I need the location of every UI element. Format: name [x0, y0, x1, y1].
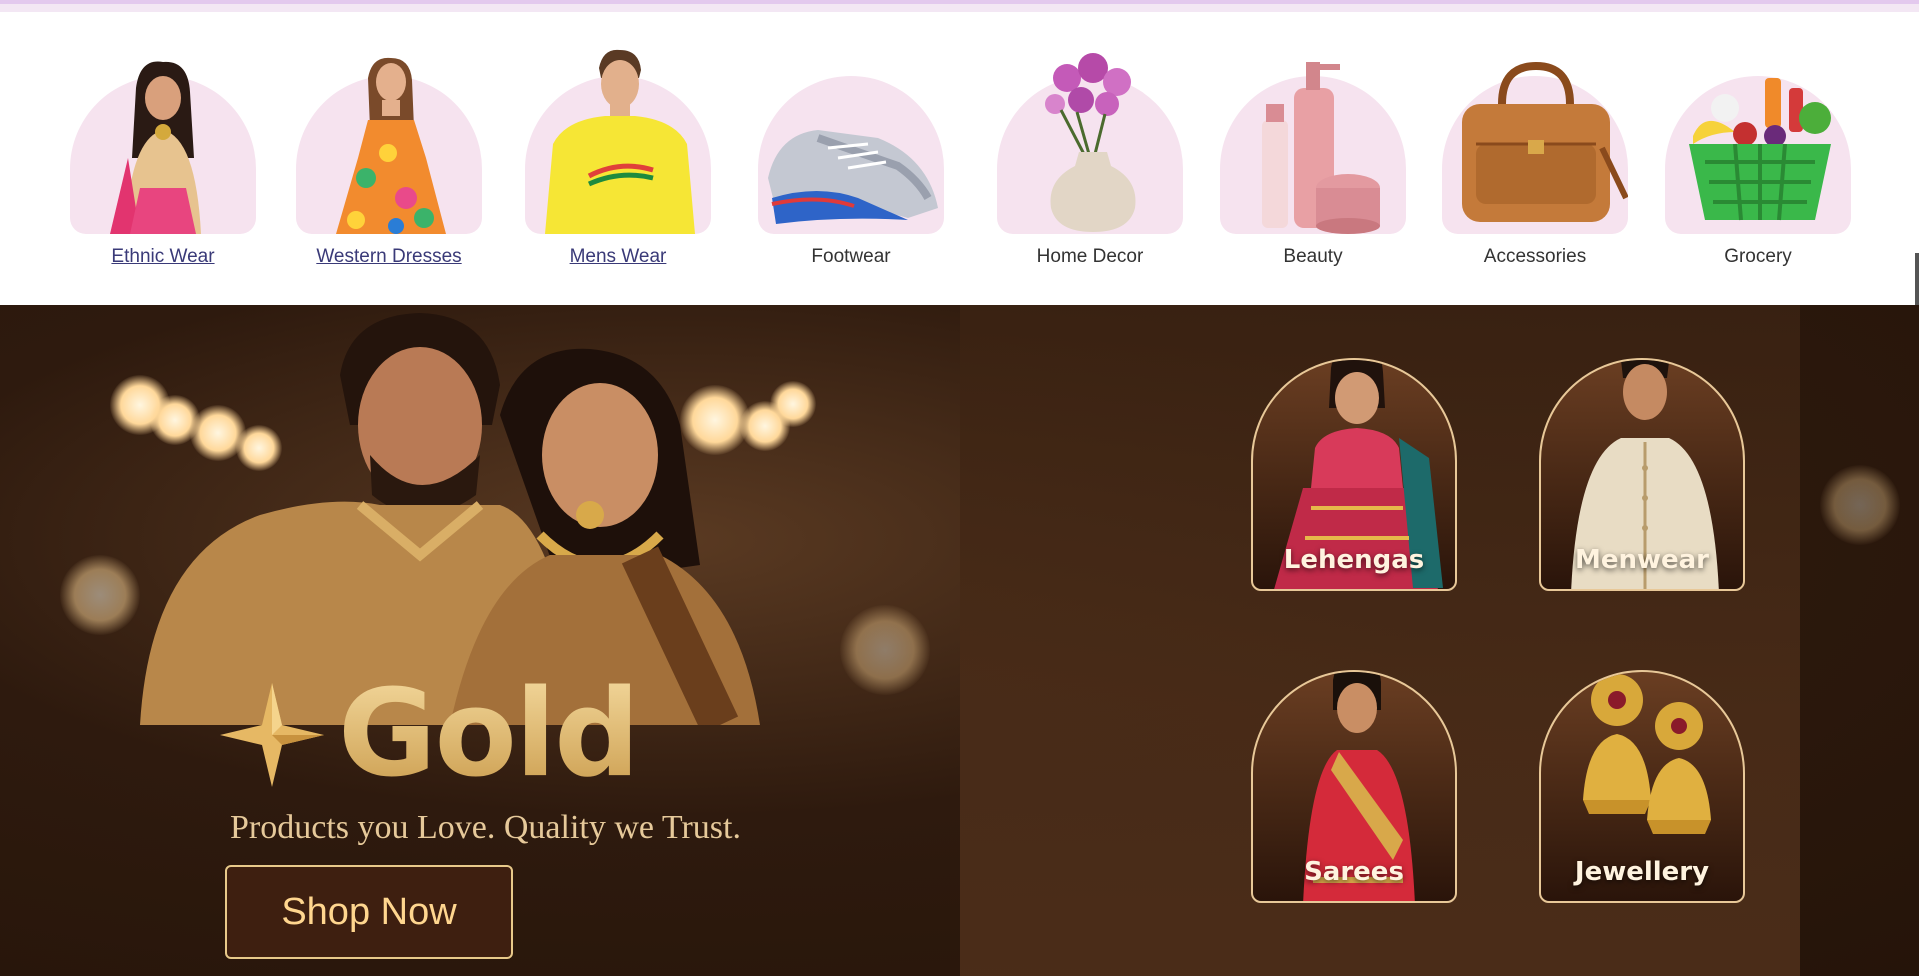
bokeh-light	[840, 605, 930, 695]
category-beauty[interactable]: Beauty	[1218, 48, 1408, 268]
category-ethnic-wear[interactable]: Ethnic Wear	[68, 48, 258, 268]
gold-promo-banner[interactable]: Gold Products you Love. Quality we Trust…	[0, 305, 1919, 976]
western-dress-model-image	[296, 48, 482, 234]
tile-jewellery[interactable]: Jewellery	[1539, 670, 1745, 903]
category-western-dresses[interactable]: Western Dresses	[294, 48, 484, 268]
cosmetic-bottles-image	[1220, 48, 1406, 234]
brand-name: Gold	[338, 665, 640, 804]
bokeh-light	[1820, 465, 1900, 545]
tile-lehengas[interactable]: Lehengas	[1251, 358, 1457, 591]
ethnic-wear-model-image	[70, 48, 256, 234]
tile-frame: Sarees	[1251, 670, 1457, 903]
shop-now-button[interactable]: Shop Now	[225, 865, 513, 959]
sneaker-image	[758, 48, 944, 234]
tile-label: Sarees	[1304, 857, 1404, 887]
tile-menwear[interactable]: Menwear	[1539, 358, 1745, 591]
category-label: Footwear	[811, 246, 891, 267]
tile-frame: Menwear	[1539, 358, 1745, 591]
tile-sarees[interactable]: Sarees	[1251, 670, 1457, 903]
gold-brand-logo: Gold	[220, 665, 640, 804]
category-label: Accessories	[1483, 246, 1587, 267]
category-grocery[interactable]: Grocery	[1663, 48, 1853, 268]
leather-bag-image	[1442, 48, 1628, 234]
category-label: Beauty	[1283, 246, 1343, 267]
grocery-basket-image	[1665, 48, 1851, 234]
tile-frame: Jewellery	[1539, 670, 1745, 903]
flower-vase-image	[997, 48, 1183, 234]
tile-frame: Lehengas	[1251, 358, 1457, 591]
category-label: Home Decor	[1036, 246, 1144, 267]
category-accessories[interactable]: Accessories	[1440, 48, 1630, 268]
category-footwear[interactable]: Footwear	[756, 48, 946, 268]
tile-label: Lehengas	[1283, 545, 1425, 575]
mens-tshirt-model-image	[525, 48, 711, 234]
banner-tagline: Products you Love. Quality we Trust.	[230, 809, 741, 846]
category-mens-wear[interactable]: Mens Wear	[523, 48, 713, 268]
tile-label: Jewellery	[1574, 857, 1710, 887]
category-strip: Ethnic Wear Western Dresses Mens Wear Fo…	[0, 12, 1919, 305]
category-label: Grocery	[1724, 246, 1792, 267]
four-point-star-icon	[220, 682, 324, 787]
top-accent-bar	[0, 0, 1919, 12]
category-label[interactable]: Ethnic Wear	[68, 246, 258, 268]
couple-photo	[140, 313, 760, 725]
tile-label: Menwear	[1574, 545, 1710, 575]
category-home-decor[interactable]: Home Decor	[995, 48, 1185, 268]
category-label[interactable]: Mens Wear	[523, 246, 713, 268]
category-label[interactable]: Western Dresses	[294, 246, 484, 268]
